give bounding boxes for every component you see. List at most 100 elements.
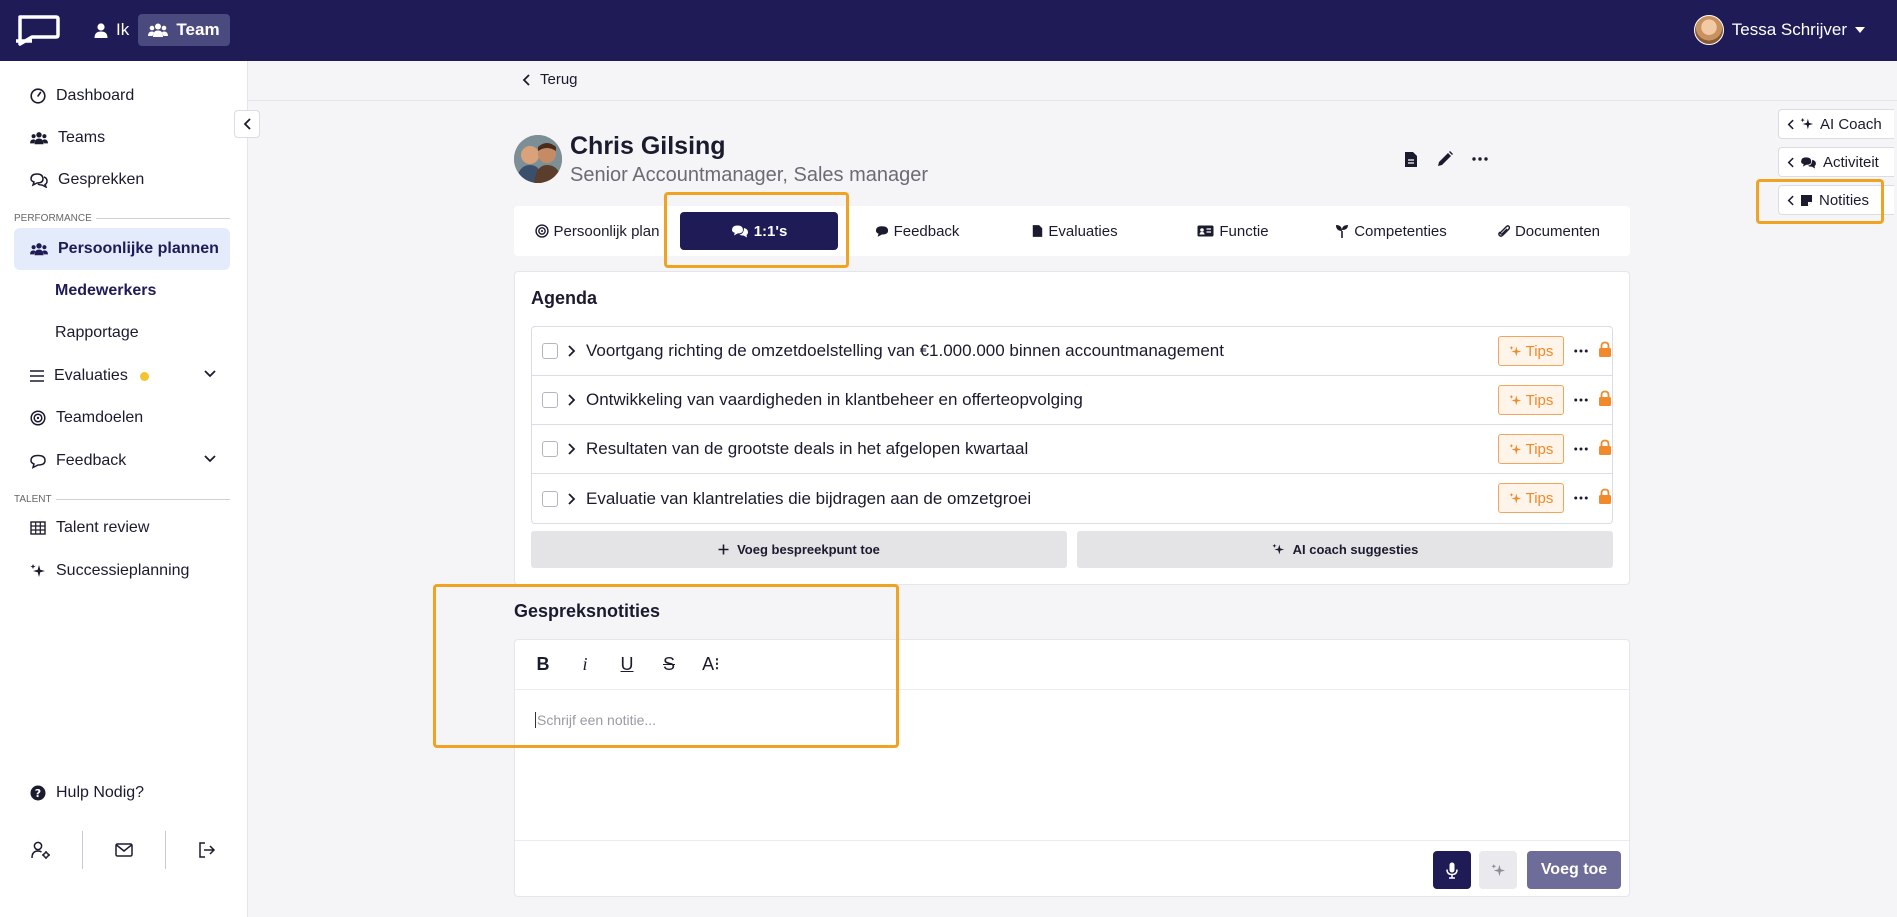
- ai-coach-suggestions-button[interactable]: AI coach suggesties: [1077, 531, 1613, 568]
- underline-button[interactable]: U: [617, 654, 637, 675]
- ai-assist-button[interactable]: [1479, 851, 1517, 889]
- comments-icon: [1801, 156, 1816, 169]
- add-note-button[interactable]: Voeg toe: [1527, 851, 1621, 889]
- sidebar-footer: [0, 823, 248, 877]
- tab-one-on-ones[interactable]: 1:1's: [680, 212, 838, 250]
- sidebar-item-feedback[interactable]: Feedback: [14, 442, 230, 480]
- sidebar-item-evaluaties[interactable]: Evaluaties: [14, 357, 230, 395]
- chevron-left-icon: [1787, 157, 1794, 167]
- nav-team[interactable]: Team: [138, 14, 230, 46]
- tab-persoonlijk-plan[interactable]: Persoonlijk plan: [514, 212, 680, 250]
- tips-button[interactable]: Tips: [1498, 385, 1564, 415]
- chevron-left-icon: [1787, 195, 1794, 205]
- back-link[interactable]: Terug: [522, 71, 578, 88]
- messages-button[interactable]: [83, 831, 165, 869]
- tab-functie[interactable]: Functie: [1154, 212, 1312, 250]
- sidebar-item-gesprekken[interactable]: Gesprekken: [14, 161, 230, 199]
- sparkles-icon: [1272, 543, 1284, 555]
- user-menu[interactable]: Tessa Schrijver: [1693, 12, 1865, 48]
- sidebar-subitem-rapportage[interactable]: Rapportage: [55, 318, 139, 348]
- tips-label: Tips: [1525, 342, 1554, 360]
- chevron-down-icon: [204, 370, 216, 378]
- agenda-checkbox[interactable]: [542, 343, 558, 359]
- tab-competenties[interactable]: Competenties: [1312, 212, 1470, 250]
- lock-icon[interactable]: [1598, 488, 1612, 505]
- more-horizontal-icon[interactable]: [1574, 496, 1588, 500]
- tab-documenten[interactable]: Documenten: [1470, 212, 1628, 250]
- nav-team-label: Team: [176, 20, 220, 39]
- sidebar-collapse-button[interactable]: [234, 110, 260, 138]
- document-icon[interactable]: [1404, 151, 1418, 168]
- agenda-checkbox[interactable]: [542, 490, 558, 507]
- lock-icon[interactable]: [1598, 390, 1612, 407]
- italic-button[interactable]: i: [575, 654, 595, 675]
- sidebar-item-dashboard[interactable]: Dashboard: [14, 77, 230, 115]
- add-agenda-point-button[interactable]: Voeg bespreekpunt toe: [531, 531, 1067, 568]
- sidebar-item-successieplanning[interactable]: Successieplanning: [14, 552, 230, 590]
- sidebar-item-persoonlijke-plannen[interactable]: Persoonlijke plannen: [14, 228, 230, 270]
- more-horizontal-icon[interactable]: [1472, 157, 1488, 161]
- user-avatar: [1693, 15, 1724, 45]
- agenda-checkbox[interactable]: [542, 441, 558, 457]
- gauge-icon: [30, 88, 46, 104]
- lock-icon[interactable]: [1598, 439, 1612, 456]
- pencil-icon[interactable]: [1436, 150, 1454, 168]
- sidebar-item-talent-review[interactable]: Talent review: [14, 509, 230, 547]
- section-label: PERFORMANCE: [14, 213, 92, 224]
- agenda-checkbox[interactable]: [542, 392, 558, 408]
- sidebar-item-label: Successieplanning: [56, 562, 190, 579]
- rail-notities[interactable]: Notities: [1778, 185, 1894, 215]
- agenda-item[interactable]: Ontwikkeling van vaardigheden in klantbe…: [532, 376, 1612, 425]
- chevron-right-icon[interactable]: [568, 394, 576, 406]
- microphone-button[interactable]: [1433, 851, 1471, 889]
- sidebar-item-label: Hulp Nodig?: [56, 784, 145, 801]
- nav-ik-label: Ik: [116, 20, 130, 39]
- tab-evaluaties[interactable]: Evaluaties: [996, 212, 1154, 250]
- sidebar-item-teamdoelen[interactable]: Teamdoelen: [14, 399, 230, 437]
- sidebar-item-label: Feedback: [56, 452, 127, 469]
- more-horizontal-icon[interactable]: [1574, 349, 1588, 353]
- tips-button[interactable]: Tips: [1498, 434, 1564, 464]
- tab-label: Competenties: [1354, 222, 1447, 240]
- logout-button[interactable]: [166, 831, 248, 869]
- chevron-right-icon[interactable]: [568, 345, 576, 357]
- agenda-item-text: Voortgang richting de omzetdoelstelling …: [586, 341, 1224, 360]
- tips-button[interactable]: Tips: [1498, 483, 1564, 513]
- sparkles-icon: [1509, 345, 1521, 356]
- editor-footer: Voeg toe: [515, 840, 1629, 898]
- id-card-icon: [1197, 225, 1214, 237]
- more-horizontal-icon[interactable]: [1574, 398, 1588, 402]
- more-horizontal-icon[interactable]: [1574, 447, 1588, 451]
- tab-feedback[interactable]: Feedback: [838, 212, 996, 250]
- chevron-right-icon[interactable]: [568, 492, 576, 505]
- notes-title: Gespreksnotities: [514, 601, 661, 621]
- sticky-note-icon: [1801, 194, 1812, 206]
- lock-icon[interactable]: [1598, 341, 1612, 358]
- comments-icon: [30, 173, 48, 188]
- team-icon: [30, 132, 48, 145]
- profile-avatar: [514, 135, 562, 183]
- text-size-button[interactable]: A⁝: [701, 654, 721, 675]
- rail-activiteit[interactable]: Activiteit: [1778, 147, 1894, 177]
- sidebar-item-help[interactable]: ? Hulp Nodig?: [14, 774, 230, 812]
- strikethrough-button[interactable]: S: [659, 654, 679, 675]
- app-logo-icon[interactable]: [14, 14, 60, 46]
- chevron-right-icon[interactable]: [568, 443, 576, 455]
- agenda-item[interactable]: Evaluatie van klantrelaties die bijdrage…: [532, 474, 1612, 523]
- bold-button[interactable]: B: [533, 654, 553, 675]
- agenda-item[interactable]: Voortgang richting de omzetdoelstelling …: [532, 327, 1612, 376]
- sidebar-item-teams[interactable]: Teams: [14, 119, 230, 157]
- agenda-card: Agenda Voortgang richting de omzetdoelst…: [514, 271, 1630, 585]
- notes-editor: B i U S A⁝ Schrijf een notitie... Voeg t…: [514, 639, 1630, 897]
- agenda-item[interactable]: Resultaten van de grootste deals in het …: [532, 425, 1612, 474]
- rail-ai-coach[interactable]: AI Coach: [1778, 109, 1894, 139]
- comment-icon: [30, 454, 46, 469]
- tips-button[interactable]: Tips: [1498, 336, 1564, 366]
- nav-ik[interactable]: Ik: [88, 14, 135, 46]
- notes-input[interactable]: Schrijf een notitie...: [535, 712, 656, 728]
- microphone-icon: [1446, 862, 1458, 879]
- sidebar-item-label: Persoonlijke plannen: [58, 240, 218, 257]
- sidebar-subitem-medewerkers[interactable]: Medewerkers: [55, 276, 156, 306]
- user-settings-button[interactable]: [0, 831, 82, 869]
- tab-label: Feedback: [893, 222, 960, 240]
